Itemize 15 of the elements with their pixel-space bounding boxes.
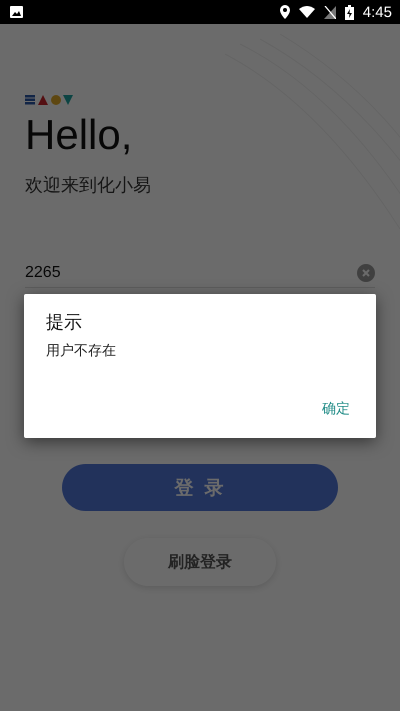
- dialog-title: 提示: [46, 311, 83, 334]
- battery-charging-icon: [344, 4, 354, 20]
- status-time: 4:45: [362, 4, 392, 20]
- login-button[interactable]: 登 录: [62, 464, 338, 511]
- location-icon: [280, 5, 290, 19]
- dialog-message: 用户不存在: [46, 342, 117, 360]
- greeting-heading: Hello,: [25, 111, 134, 159]
- image-icon: [10, 6, 23, 18]
- face-login-button[interactable]: 刷脸登录: [124, 538, 276, 586]
- clear-icon[interactable]: [357, 264, 375, 282]
- no-signal-icon: [324, 6, 336, 18]
- confirm-button[interactable]: 确定: [318, 396, 354, 422]
- welcome-text: 欢迎来到化小易: [25, 174, 152, 197]
- wifi-icon: [298, 6, 315, 18]
- phone-field[interactable]: 2265: [25, 264, 357, 282]
